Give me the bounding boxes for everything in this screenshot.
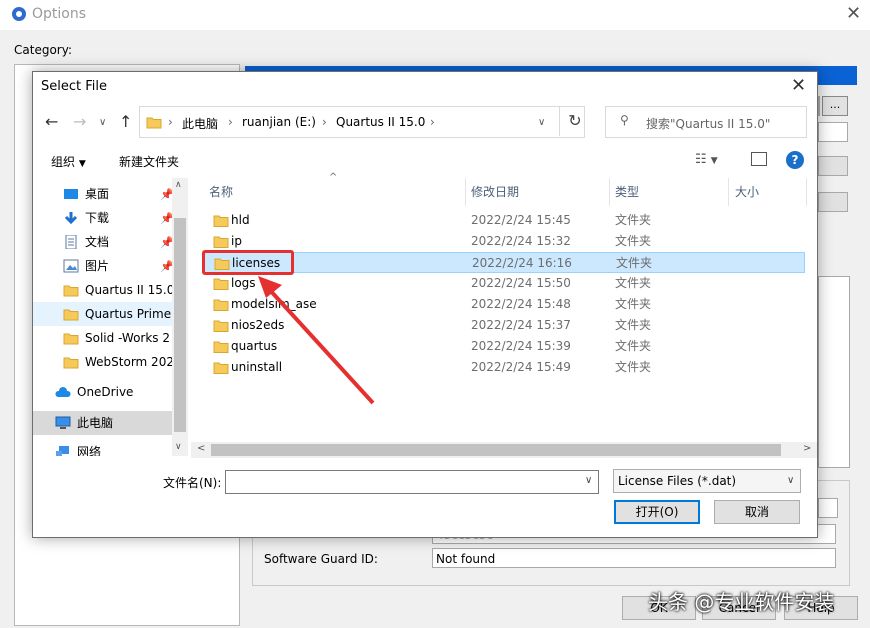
watermark: 头条 @专业软件安装 (648, 590, 835, 614)
annotation-arrow (258, 276, 375, 405)
